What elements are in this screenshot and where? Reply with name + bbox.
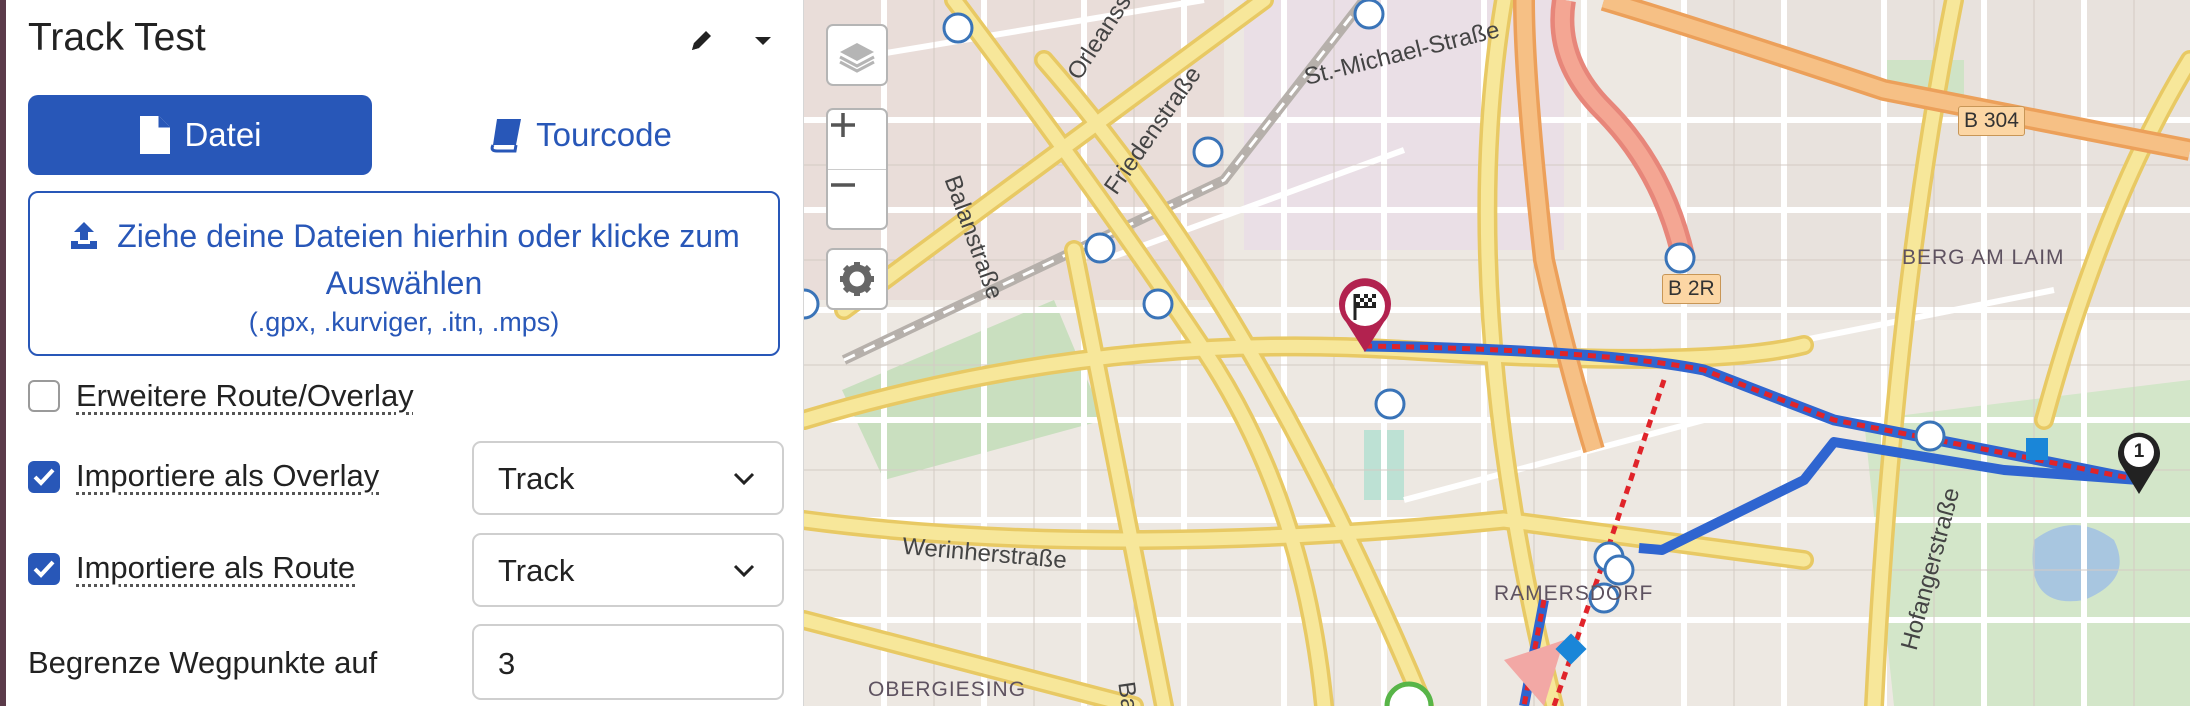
waypoint-marker[interactable]: 1 bbox=[2115, 430, 2163, 496]
limit-waypoints-label: Begrenze Wegpunkte auf bbox=[28, 645, 378, 680]
zoom-in-button[interactable] bbox=[828, 110, 886, 170]
tab-file-label: Datei bbox=[184, 116, 262, 153]
start-flag-marker[interactable] bbox=[1336, 278, 1394, 354]
book-icon bbox=[488, 117, 524, 153]
overlay-type-select[interactable]: Track bbox=[472, 441, 784, 515]
layers-button[interactable] bbox=[826, 24, 888, 86]
road-shield-b2r: B 2R bbox=[1662, 274, 1721, 304]
dropzone-hint: (.gpx, .kurviger, .itn, .mps) bbox=[248, 307, 560, 337]
import-overlay-checkbox[interactable] bbox=[28, 461, 60, 493]
import-route-label[interactable]: Importiere als Route bbox=[76, 550, 355, 586]
district-label-obergiesing: OBERGIESING bbox=[868, 678, 1027, 701]
dropdown-caret-icon[interactable] bbox=[746, 24, 780, 58]
file-dropzone[interactable]: Ziehe deine Dateien hierhin oder klicke … bbox=[28, 191, 780, 356]
flag-icon bbox=[1339, 278, 1391, 352]
zoom-out-icon bbox=[831, 183, 855, 187]
limit-waypoints-input[interactable]: 3 bbox=[472, 624, 784, 700]
import-overlay-label[interactable]: Importiere als Overlay bbox=[76, 458, 379, 494]
road-shield-b304: B 304 bbox=[1958, 106, 2025, 136]
map-settings-button[interactable] bbox=[826, 248, 888, 310]
zoom-out-button[interactable] bbox=[828, 170, 886, 229]
zoom-in-icon bbox=[831, 113, 855, 137]
gear-icon bbox=[840, 262, 874, 296]
layers-icon bbox=[839, 43, 875, 73]
dropzone-text: Ziehe deine Dateien hierhin oder klicke … bbox=[117, 218, 740, 301]
file-icon bbox=[138, 114, 172, 156]
upload-icon bbox=[68, 218, 117, 254]
edit-icon[interactable] bbox=[684, 24, 718, 58]
district-label-ramersdorf: RAMERSDORF bbox=[1494, 582, 1654, 605]
tab-tourcode[interactable]: Tourcode bbox=[458, 95, 702, 175]
tab-file[interactable]: Datei bbox=[28, 95, 372, 175]
waypoint-number: 1 bbox=[2133, 441, 2145, 462]
zoom-control bbox=[826, 108, 888, 230]
extended-route-label[interactable]: Erweitere Route/Overlay bbox=[76, 378, 414, 414]
import-route-checkbox[interactable] bbox=[28, 553, 60, 585]
route-type-select[interactable]: Track bbox=[472, 533, 784, 607]
district-label-berg-am-laim: BERG AM LAIM bbox=[1902, 246, 2065, 269]
tab-tourcode-label: Tourcode bbox=[536, 116, 672, 153]
limit-waypoints-value: 3 bbox=[498, 646, 516, 681]
extended-route-checkbox[interactable] bbox=[28, 380, 60, 412]
chevron-down-icon bbox=[733, 564, 755, 578]
overlay-type-value: Track bbox=[498, 461, 575, 496]
import-panel: Track Test Datei Tourcode Ziehe deine Da… bbox=[6, 0, 804, 706]
route-type-value: Track bbox=[498, 553, 575, 588]
panel-title: Track Test bbox=[28, 16, 206, 59]
chevron-down-icon bbox=[733, 472, 755, 486]
map-view[interactable]: Orleansstraße St.-Michael-Straße Frieden… bbox=[804, 0, 2190, 706]
